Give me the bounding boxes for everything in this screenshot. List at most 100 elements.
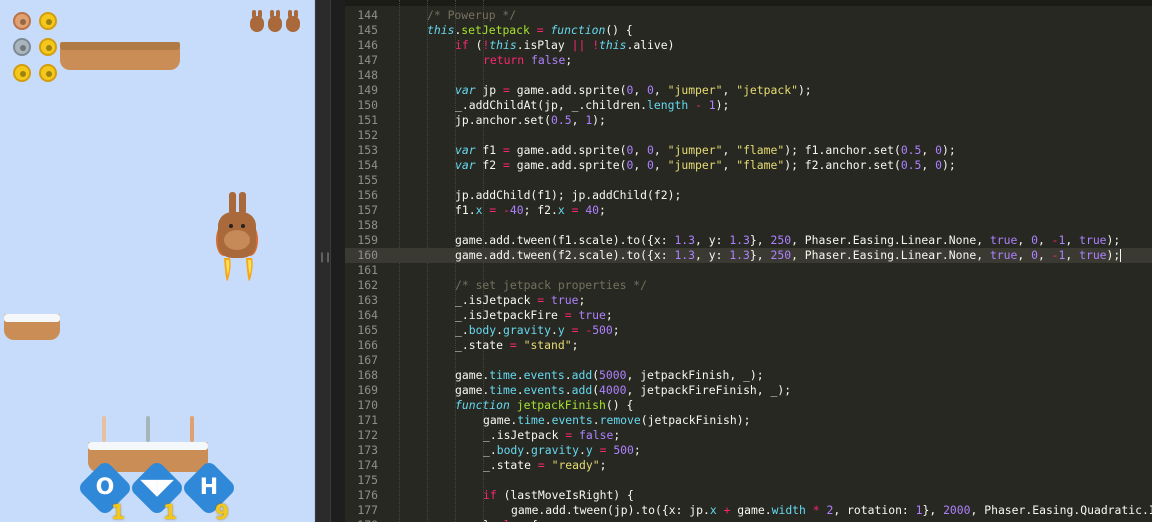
line-number: 165	[357, 323, 378, 337]
line-number: 169	[357, 383, 378, 397]
code-line[interactable]: 170 function jetpackFinish() {	[345, 398, 1152, 413]
code-line[interactable]: 157 f1.x = -40; f2.x = 40;	[345, 203, 1152, 218]
code-line[interactable]: 153 var f1 = game.add.sprite(0, 0, "jumpe…	[345, 143, 1152, 158]
code-text: return false;	[483, 53, 573, 67]
code-line[interactable]: 156 jp.addChild(f1); jp.addChild(f2);	[345, 188, 1152, 203]
line-number: 160	[357, 248, 378, 262]
code-line[interactable]: 148	[345, 68, 1152, 83]
line-number: 163	[357, 293, 378, 307]
code-line[interactable]: 173 _.body.gravity.y = 500;	[345, 443, 1152, 458]
line-number: 161	[357, 263, 378, 277]
code-text: function jetpackFinish() {	[455, 398, 634, 412]
code-line[interactable]: 164 _.isJetpackFire = true;	[345, 308, 1152, 323]
bunny-life-icon	[286, 10, 300, 32]
code-line[interactable]: 146 if (!this.isPlay || !this.alive)	[345, 38, 1152, 53]
code-line[interactable]: 163 _.isJetpack = true;	[345, 293, 1152, 308]
line-number: 152	[357, 128, 378, 142]
line-number: 145	[357, 23, 378, 37]
bunny-life-icon	[250, 10, 264, 32]
code-line[interactable]: 176 if (lastMoveIsRight) {	[345, 488, 1152, 503]
code-text: _.isJetpackFire = true;	[455, 308, 613, 322]
line-number: 162	[357, 278, 378, 292]
spring-marker	[190, 416, 194, 442]
code-text: f1.x = -40; f2.x = 40;	[455, 203, 606, 217]
line-number: 157	[357, 203, 378, 217]
code-text: var jp = game.add.sprite(0, 0, "jumper",…	[455, 83, 812, 97]
code-line[interactable]: 154 var f2 = game.add.sprite(0, 0, "jumpe…	[345, 158, 1152, 173]
line-number: 168	[357, 368, 378, 382]
spring-count: 1	[163, 500, 177, 522]
platform-left-snow	[4, 314, 60, 340]
code-text: game.time.events.add(5000, jetpackFinish…	[455, 368, 764, 382]
code-line[interactable]: 144 /* Powerup */	[345, 8, 1152, 23]
code-text: _.body.gravity.y = 500;	[483, 443, 641, 457]
code-line[interactable]: 178} else {	[345, 518, 1152, 522]
code-line[interactable]: 145 this.setJetpack = function() {	[345, 23, 1152, 38]
editor-tab-bar	[345, 0, 1152, 6]
line-number: 156	[357, 188, 378, 202]
line-number: 174	[357, 458, 378, 472]
bronze-coin-icon	[13, 12, 31, 30]
spring-marker	[102, 416, 106, 442]
code-line[interactable]: 155	[345, 173, 1152, 188]
code-text: /* Powerup */	[427, 8, 517, 22]
gold-coin-icon	[39, 12, 57, 30]
code-line[interactable]: 151 jp.anchor.set(0.5, 1);	[345, 113, 1152, 128]
code-line[interactable]: 174 _.state = "ready";	[345, 458, 1152, 473]
code-line[interactable]: 161	[345, 263, 1152, 278]
line-number: 178	[345, 518, 378, 522]
code-text: this.setJetpack = function() {	[427, 23, 633, 37]
line-number: 154	[357, 158, 378, 172]
line-number: 171	[357, 413, 378, 427]
code-line[interactable]: 175	[345, 473, 1152, 488]
code-line[interactable]: 168 game.time.events.add(5000, jetpackFin…	[345, 368, 1152, 383]
code-line[interactable]: 159 game.add.tween(f1.scale).to({x: 1.3, …	[345, 233, 1152, 248]
code-line[interactable]: 166 _.state = "stand";	[345, 338, 1152, 353]
code-line[interactable]: 147 return false;	[345, 53, 1152, 68]
line-number: 176	[357, 488, 378, 502]
code-line[interactable]: 172 _.isJetpack = false;	[345, 428, 1152, 443]
line-number: 153	[357, 143, 378, 157]
line-number: 173	[357, 443, 378, 457]
line-number: 149	[357, 83, 378, 97]
silver-coin-icon	[13, 38, 31, 56]
code-line[interactable]: 160 game.add.tween(f2.scale).to({x: 1.3, …	[345, 248, 1152, 263]
code-line[interactable]: 162 /* set jetpack properties */	[345, 278, 1152, 293]
line-number: 164	[357, 308, 378, 322]
editor-margin	[331, 0, 345, 522]
code-line[interactable]: 152	[345, 128, 1152, 143]
line-number: 167	[357, 353, 378, 367]
code-text: if (lastMoveIsRight) {	[483, 488, 634, 502]
line-number: 159	[357, 233, 378, 247]
jetpack-count: 9	[215, 500, 229, 522]
code-text: var f1 = game.add.sprite(0, 0, "jumper",…	[455, 143, 956, 157]
code-text: if (!this.isPlay || !this.alive)	[455, 38, 675, 52]
game-canvas[interactable]: O 1 ◥◤ 1 H 9	[0, 0, 315, 522]
code-line[interactable]: 158	[345, 218, 1152, 233]
code-text: _.state = "stand";	[455, 338, 579, 352]
gold-coin-icon	[13, 64, 31, 82]
line-number: 172	[357, 428, 378, 442]
line-number: 175	[357, 473, 378, 487]
code-line[interactable]: 169 game.time.events.add(4000, jetpackFir…	[345, 383, 1152, 398]
line-number: 148	[357, 68, 378, 82]
code-text: game.time.events.add(4000, jetpackFireFi…	[455, 383, 792, 397]
code-text: game.add.tween(f1.scale).to({x: 1.3, y: …	[455, 233, 1121, 247]
code-line[interactable]: 177 game.add.tween(jp).to({x: jp.x + game…	[345, 503, 1152, 518]
code-line[interactable]: 167	[345, 353, 1152, 368]
panel-splitter[interactable]: |||	[315, 0, 337, 522]
line-number: 151	[357, 113, 378, 127]
code-text: _.isJetpack = false;	[483, 428, 621, 442]
code-editor[interactable]: 144 /* Powerup */ 145 this.setJetpack = fun…	[345, 0, 1152, 522]
spring-marker	[146, 416, 150, 442]
code-text: game.add.tween(f2.scale).to({x: 1.3, y: …	[455, 248, 1122, 262]
code-line[interactable]: 149 var jp = game.add.sprite(0, 0, "jumpe…	[345, 83, 1152, 98]
line-number: 150	[357, 98, 378, 112]
line-number: 170	[357, 398, 378, 412]
code-line[interactable]: 171 game.time.events.remove(jetpackFinish…	[345, 413, 1152, 428]
gold-coin-icon	[39, 64, 57, 82]
code-line[interactable]: 150 _.addChildAt(jp, _.children.length - …	[345, 98, 1152, 113]
code-line[interactable]: 165 _.body.gravity.y = -500;	[345, 323, 1152, 338]
line-number: 158	[357, 218, 378, 232]
line-number: 177	[357, 503, 378, 517]
